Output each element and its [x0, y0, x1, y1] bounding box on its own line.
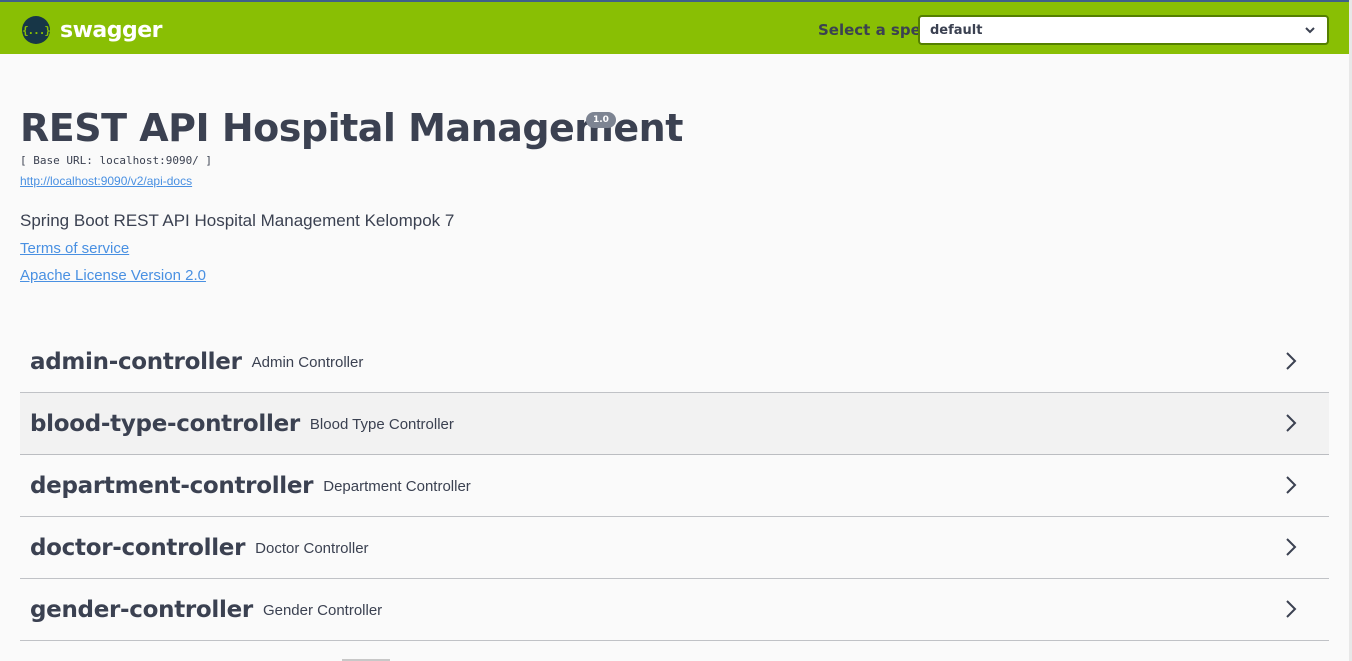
tag-name: doctor-controller — [30, 534, 246, 561]
chevron-right-icon[interactable] — [1281, 413, 1301, 433]
tag-description: Blood Type Controller — [309, 416, 454, 433]
tag-blood-type-controller[interactable]: blood-type-controller Blood Type Control… — [20, 393, 1329, 455]
spec-selected-value: default — [930, 22, 983, 38]
api-docs-link[interactable]: http://localhost:9090/v2/api-docs — [20, 174, 192, 188]
select-spec-label: Select a spec — [818, 21, 930, 39]
api-description: Spring Boot REST API Hospital Management… — [20, 211, 455, 230]
license-link[interactable]: Apache License Version 2.0 — [20, 267, 206, 284]
swagger-logo-link[interactable]: {...} swagger — [22, 16, 163, 44]
tag-description: Gender Controller — [262, 602, 383, 619]
base-url: [ Base URL: localhost:9090/ ] — [20, 154, 213, 167]
chevron-right-icon[interactable] — [1281, 351, 1301, 371]
spec-select[interactable]: default — [918, 15, 1329, 45]
tag-name: gender-controller — [30, 596, 253, 623]
tag-gender-controller[interactable]: gender-controller Gender Controller — [20, 579, 1329, 641]
chevron-right-icon[interactable] — [1281, 537, 1301, 557]
tag-name: department-controller — [30, 472, 314, 499]
tag-doctor-controller[interactable]: doctor-controller Doctor Controller — [20, 517, 1329, 579]
chevron-right-icon[interactable] — [1281, 475, 1301, 495]
terms-of-service-link[interactable]: Terms of service — [20, 240, 129, 257]
tag-name: blood-type-controller — [30, 410, 300, 437]
brand-name: swagger — [60, 17, 163, 43]
swagger-logo-icon: {...} — [22, 16, 51, 44]
tag-description: Doctor Controller — [255, 540, 369, 557]
chevron-down-icon — [1305, 27, 1315, 34]
topbar: {...} swagger Select a spec default — [0, 0, 1350, 54]
tag-list: admin-controller Admin Controller blood-… — [20, 331, 1329, 641]
tag-description: Department Controller — [323, 478, 471, 495]
chevron-right-icon[interactable] — [1281, 599, 1301, 619]
tag-admin-controller[interactable]: admin-controller Admin Controller — [20, 331, 1329, 393]
api-title: REST API Hospital Management — [20, 106, 683, 150]
version-badge: 1.0 — [586, 112, 616, 128]
tag-department-controller[interactable]: department-controller Department Control… — [20, 455, 1329, 517]
tag-name: admin-controller — [30, 348, 242, 375]
tag-description: Admin Controller — [251, 354, 364, 371]
